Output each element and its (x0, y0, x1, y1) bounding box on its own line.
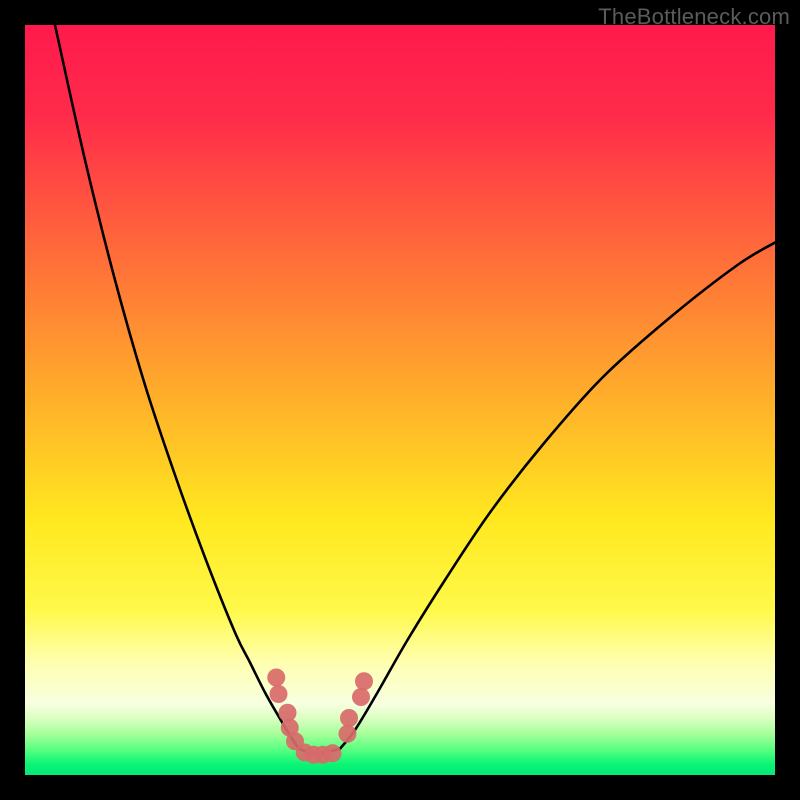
curve-left-branch (55, 25, 299, 749)
curve-layer (25, 25, 775, 775)
watermark-text: TheBottleneck.com (598, 4, 790, 30)
data-markers (267, 669, 373, 764)
data-point (339, 725, 357, 743)
data-point (352, 688, 370, 706)
plot-area (25, 25, 775, 775)
data-point (355, 672, 373, 690)
data-point (270, 685, 288, 703)
data-point (267, 669, 285, 687)
data-point (340, 709, 358, 727)
chart-frame: TheBottleneck.com (0, 0, 800, 800)
data-point (324, 744, 342, 762)
curve-right-branch (340, 243, 775, 749)
